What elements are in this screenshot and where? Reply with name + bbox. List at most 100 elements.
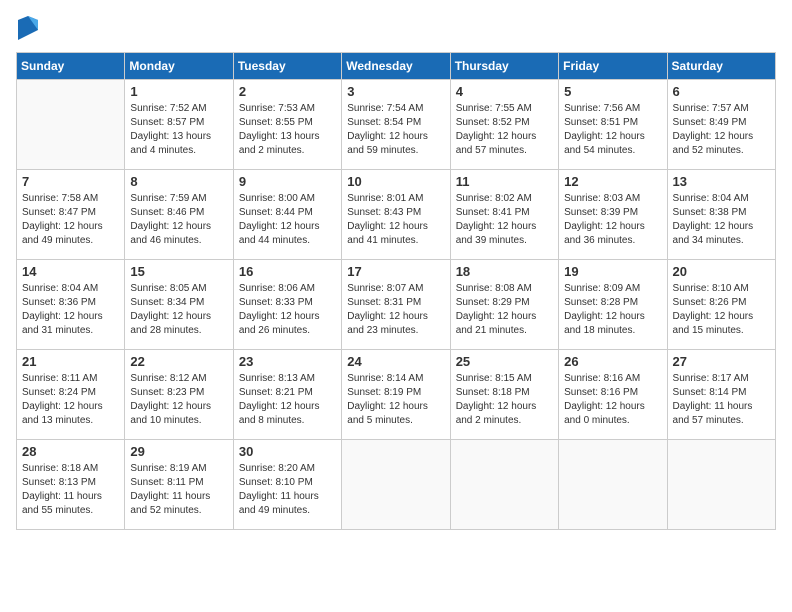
day-cell: 18Sunrise: 8:08 AMSunset: 8:29 PMDayligh…	[450, 260, 558, 350]
sunrise-text: Sunrise: 8:09 AM	[564, 282, 661, 296]
logo-icon	[18, 16, 38, 40]
daylight-text: Daylight: 12 hours and 2 minutes.	[456, 400, 553, 428]
day-number: 27	[673, 354, 770, 369]
sunrise-text: Sunrise: 8:10 AM	[673, 282, 770, 296]
daylight-text: Daylight: 12 hours and 18 minutes.	[564, 310, 661, 338]
daylight-text: Daylight: 12 hours and 54 minutes.	[564, 130, 661, 158]
day-number: 19	[564, 264, 661, 279]
day-number: 14	[22, 264, 119, 279]
sunset-text: Sunset: 8:18 PM	[456, 386, 553, 400]
daylight-text: Daylight: 12 hours and 8 minutes.	[239, 400, 336, 428]
daylight-text: Daylight: 11 hours and 55 minutes.	[22, 490, 119, 518]
sunrise-text: Sunrise: 8:04 AM	[22, 282, 119, 296]
day-cell	[667, 440, 775, 530]
day-info: Sunrise: 8:16 AMSunset: 8:16 PMDaylight:…	[564, 372, 661, 428]
day-cell: 7Sunrise: 7:58 AMSunset: 8:47 PMDaylight…	[17, 170, 125, 260]
sunset-text: Sunset: 8:33 PM	[239, 296, 336, 310]
day-number: 16	[239, 264, 336, 279]
day-number: 22	[130, 354, 227, 369]
day-info: Sunrise: 8:02 AMSunset: 8:41 PMDaylight:…	[456, 192, 553, 248]
daylight-text: Daylight: 12 hours and 57 minutes.	[456, 130, 553, 158]
week-row-2: 7Sunrise: 7:58 AMSunset: 8:47 PMDaylight…	[17, 170, 776, 260]
day-cell: 29 Sunrise: 8:19 AMSunset: 8:11 PMDayligh…	[125, 440, 233, 530]
day-number: 5	[564, 84, 661, 99]
day-info: Sunrise: 8:15 AMSunset: 8:18 PMDaylight:…	[456, 372, 553, 428]
day-cell: 9Sunrise: 8:00 AMSunset: 8:44 PMDaylight…	[233, 170, 341, 260]
day-info: Sunrise: 8:03 AMSunset: 8:39 PMDaylight:…	[564, 192, 661, 248]
sunset-text: Sunset: 8:24 PM	[22, 386, 119, 400]
sunrise-text: Sunrise: 8:11 AM	[22, 372, 119, 386]
week-row-4: 21Sunrise: 8:11 AMSunset: 8:24 PMDayligh…	[17, 350, 776, 440]
sunset-text: Sunset: 8:14 PM	[673, 386, 770, 400]
sunset-text: Sunset: 8:46 PM	[130, 206, 227, 220]
sunset-text: Sunset: 8:16 PM	[564, 386, 661, 400]
daylight-text: Daylight: 12 hours and 0 minutes.	[564, 400, 661, 428]
day-cell: 13Sunrise: 8:04 AMSunset: 8:38 PMDayligh…	[667, 170, 775, 260]
sunrise-text: Sunrise: 8:06 AM	[239, 282, 336, 296]
day-cell: 23 Sunrise: 8:13 AMSunset: 8:21 PMDayligh…	[233, 350, 341, 440]
day-cell: 21Sunrise: 8:11 AMSunset: 8:24 PMDayligh…	[17, 350, 125, 440]
sunset-text: Sunset: 8:55 PM	[239, 116, 336, 130]
day-number: 18	[456, 264, 553, 279]
day-number: 26	[564, 354, 661, 369]
day-number: 12	[564, 174, 661, 189]
header-wednesday: Wednesday	[342, 53, 450, 80]
day-info: Sunrise: 8:10 AMSunset: 8:26 PMDaylight:…	[673, 282, 770, 338]
day-cell: 10Sunrise: 8:01 AMSunset: 8:43 PMDayligh…	[342, 170, 450, 260]
daylight-text: Daylight: 12 hours and 5 minutes.	[347, 400, 444, 428]
day-info: Sunrise: 7:56 AMSunset: 8:51 PMDaylight:…	[564, 102, 661, 158]
sunrise-text: Sunrise: 8:18 AM	[22, 462, 119, 476]
header-tuesday: Tuesday	[233, 53, 341, 80]
daylight-text: Daylight: 11 hours and 57 minutes.	[673, 400, 770, 428]
day-number: 23	[239, 354, 336, 369]
day-info: Sunrise: 7:57 AMSunset: 8:49 PMDaylight:…	[673, 102, 770, 158]
daylight-text: Daylight: 12 hours and 13 minutes.	[22, 400, 119, 428]
sunrise-text: Sunrise: 7:57 AM	[673, 102, 770, 116]
day-info: Sunrise: 8:13 AMSunset: 8:21 PMDaylight:…	[239, 372, 336, 428]
day-number: 11	[456, 174, 553, 189]
sunrise-text: Sunrise: 8:13 AM	[239, 372, 336, 386]
day-number: 15	[130, 264, 227, 279]
daylight-text: Daylight: 12 hours and 44 minutes.	[239, 220, 336, 248]
sunrise-text: Sunrise: 8:14 AM	[347, 372, 444, 386]
daylight-text: Daylight: 12 hours and 34 minutes.	[673, 220, 770, 248]
sunset-text: Sunset: 8:13 PM	[22, 476, 119, 490]
sunrise-text: Sunrise: 8:05 AM	[130, 282, 227, 296]
day-info: Sunrise: 8:11 AMSunset: 8:24 PMDaylight:…	[22, 372, 119, 428]
sunset-text: Sunset: 8:28 PM	[564, 296, 661, 310]
calendar-table: SundayMondayTuesdayWednesdayThursdayFrid…	[16, 52, 776, 530]
daylight-text: Daylight: 13 hours and 4 minutes.	[130, 130, 227, 158]
day-cell: 25Sunrise: 8:15 AMSunset: 8:18 PMDayligh…	[450, 350, 558, 440]
sunset-text: Sunset: 8:47 PM	[22, 206, 119, 220]
sunrise-text: Sunrise: 7:59 AM	[130, 192, 227, 206]
day-cell: 2 Sunrise: 7:53 AMSunset: 8:55 PMDaylight…	[233, 80, 341, 170]
day-cell: 19 Sunrise: 8:09 AMSunset: 8:28 PMDayligh…	[559, 260, 667, 350]
day-number: 24	[347, 354, 444, 369]
header-sunday: Sunday	[17, 53, 125, 80]
daylight-text: Daylight: 12 hours and 10 minutes.	[130, 400, 227, 428]
day-number: 2	[239, 84, 336, 99]
sunset-text: Sunset: 8:49 PM	[673, 116, 770, 130]
day-number: 29	[130, 444, 227, 459]
sunrise-text: Sunrise: 8:00 AM	[239, 192, 336, 206]
day-number: 17	[347, 264, 444, 279]
day-info: Sunrise: 8:18 AMSunset: 8:13 PMDaylight:…	[22, 462, 119, 518]
day-info: Sunrise: 8:04 AMSunset: 8:38 PMDaylight:…	[673, 192, 770, 248]
daylight-text: Daylight: 12 hours and 52 minutes.	[673, 130, 770, 158]
sunrise-text: Sunrise: 8:20 AM	[239, 462, 336, 476]
sunrise-text: Sunrise: 8:01 AM	[347, 192, 444, 206]
sunrise-text: Sunrise: 8:19 AM	[130, 462, 227, 476]
day-cell: 4Sunrise: 7:55 AMSunset: 8:52 PMDaylight…	[450, 80, 558, 170]
day-info: Sunrise: 7:53 AMSunset: 8:55 PMDaylight:…	[239, 102, 336, 158]
day-info: Sunrise: 8:06 AMSunset: 8:33 PMDaylight:…	[239, 282, 336, 338]
daylight-text: Daylight: 12 hours and 41 minutes.	[347, 220, 444, 248]
day-cell: 14Sunrise: 8:04 AMSunset: 8:36 PMDayligh…	[17, 260, 125, 350]
day-info: Sunrise: 8:19 AMSunset: 8:11 PMDaylight:…	[130, 462, 227, 518]
daylight-text: Daylight: 12 hours and 39 minutes.	[456, 220, 553, 248]
day-info: Sunrise: 8:20 AMSunset: 8:10 PMDaylight:…	[239, 462, 336, 518]
sunset-text: Sunset: 8:52 PM	[456, 116, 553, 130]
sunrise-text: Sunrise: 8:02 AM	[456, 192, 553, 206]
day-number: 1	[130, 84, 227, 99]
week-row-1: 1Sunrise: 7:52 AMSunset: 8:57 PMDaylight…	[17, 80, 776, 170]
daylight-text: Daylight: 11 hours and 49 minutes.	[239, 490, 336, 518]
